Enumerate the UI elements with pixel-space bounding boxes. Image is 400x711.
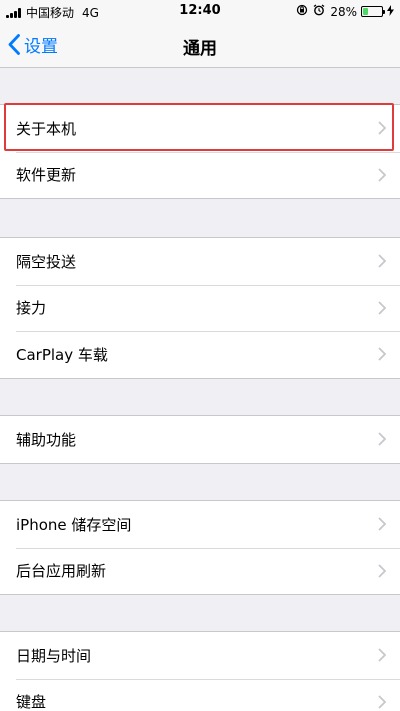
status-right: 28% [296, 4, 394, 19]
page-title: 通用 [183, 39, 217, 59]
settings-item-label: iPhone 储存空间 [16, 515, 132, 534]
settings-item-label: 隔空投送 [16, 252, 77, 271]
settings-item-label: 辅助功能 [16, 430, 77, 449]
disclosure-chevron-icon [378, 168, 386, 182]
settings-item-date-time[interactable]: 日期与时间 [0, 632, 400, 679]
navigation-bar: 设置 通用 [0, 22, 400, 68]
settings-group-connectivity: 隔空投送 接力 CarPlay 车载 [0, 237, 400, 379]
disclosure-chevron-icon [378, 432, 386, 446]
settings-group-accessibility: 辅助功能 [0, 415, 400, 464]
settings-item-software-update[interactable]: 软件更新 [0, 151, 400, 199]
settings-item-background-refresh[interactable]: 后台应用刷新 [0, 547, 400, 595]
settings-item-label: CarPlay 车载 [16, 345, 108, 364]
battery-fill [363, 8, 368, 15]
disclosure-chevron-icon [378, 121, 386, 135]
settings-group-about: 关于本机 软件更新 [0, 104, 400, 199]
battery-icon [361, 6, 385, 17]
charging-icon [387, 4, 394, 19]
settings-group-datetime: 日期与时间 键盘 [0, 631, 400, 711]
settings-item-label: 后台应用刷新 [16, 562, 107, 581]
disclosure-chevron-icon [378, 301, 386, 315]
settings-item-airdrop[interactable]: 隔空投送 [0, 238, 400, 285]
settings-item-label: 软件更新 [16, 166, 77, 185]
settings-item-handoff[interactable]: 接力 [0, 284, 400, 332]
settings-item-label: 关于本机 [16, 119, 77, 138]
disclosure-chevron-icon [378, 254, 386, 268]
disclosure-chevron-icon [378, 517, 386, 531]
disclosure-chevron-icon [378, 347, 386, 361]
settings-item-carplay[interactable]: CarPlay 车载 [0, 331, 400, 378]
disclosure-chevron-icon [378, 648, 386, 662]
settings-item-keyboard[interactable]: 键盘 [0, 678, 400, 711]
settings-item-label: 接力 [16, 299, 47, 318]
settings-group-storage: iPhone 储存空间 后台应用刷新 [0, 500, 400, 595]
settings-item-accessibility[interactable]: 辅助功能 [0, 416, 400, 463]
settings-item-about[interactable]: 关于本机 [0, 105, 400, 152]
settings-item-iphone-storage[interactable]: iPhone 储存空间 [0, 501, 400, 548]
battery-percent: 28% [330, 4, 357, 19]
settings-item-label: 键盘 [16, 693, 47, 711]
settings-item-label: 日期与时间 [16, 646, 92, 665]
alarm-icon [313, 4, 325, 19]
status-bar: 中国移动 4G 12:40 28% [0, 0, 400, 22]
orientation-lock-icon [296, 4, 308, 19]
disclosure-chevron-icon [378, 695, 386, 709]
disclosure-chevron-icon [378, 564, 386, 578]
